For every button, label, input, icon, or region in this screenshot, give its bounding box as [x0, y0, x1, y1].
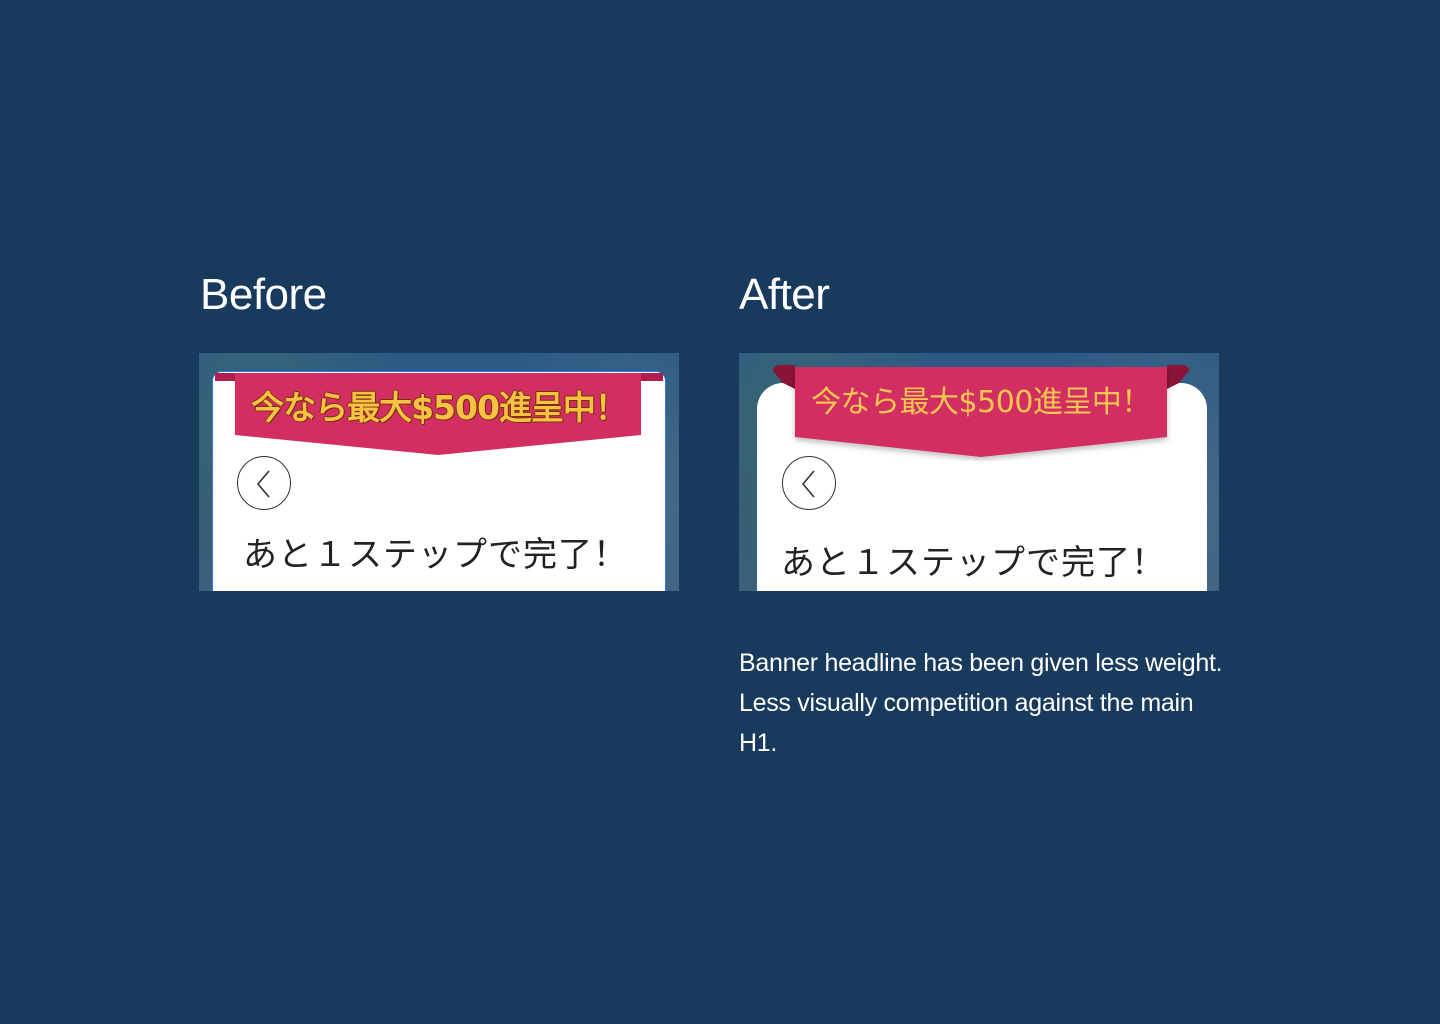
after-caption: Banner headline has been given less weig…: [739, 649, 1223, 757]
before-screenshot: 今なら最大$500進呈中！ あと１ステップで完了！: [199, 353, 679, 591]
back-button[interactable]: [782, 456, 836, 510]
after-heading: After: [739, 270, 830, 319]
banner-headline: 今なら最大$500進呈中！: [251, 388, 628, 427]
main-heading: あと１ステップで完了！: [243, 535, 628, 575]
after-screenshot: 今なら最大$500進呈中！ あと１ステップで完了！: [739, 353, 1219, 591]
chevron-left-icon: [801, 470, 815, 498]
before-heading: Before: [200, 270, 327, 319]
chevron-left-icon: [256, 470, 270, 498]
promo-banner: 今なら最大$500進呈中！: [213, 369, 665, 459]
back-button[interactable]: [237, 456, 291, 510]
banner-headline: 今なら最大$500進呈中！: [811, 385, 1151, 420]
main-heading: あと１ステップで完了！: [781, 543, 1166, 583]
promo-banner: 今なら最大$500進呈中！: [773, 365, 1189, 461]
